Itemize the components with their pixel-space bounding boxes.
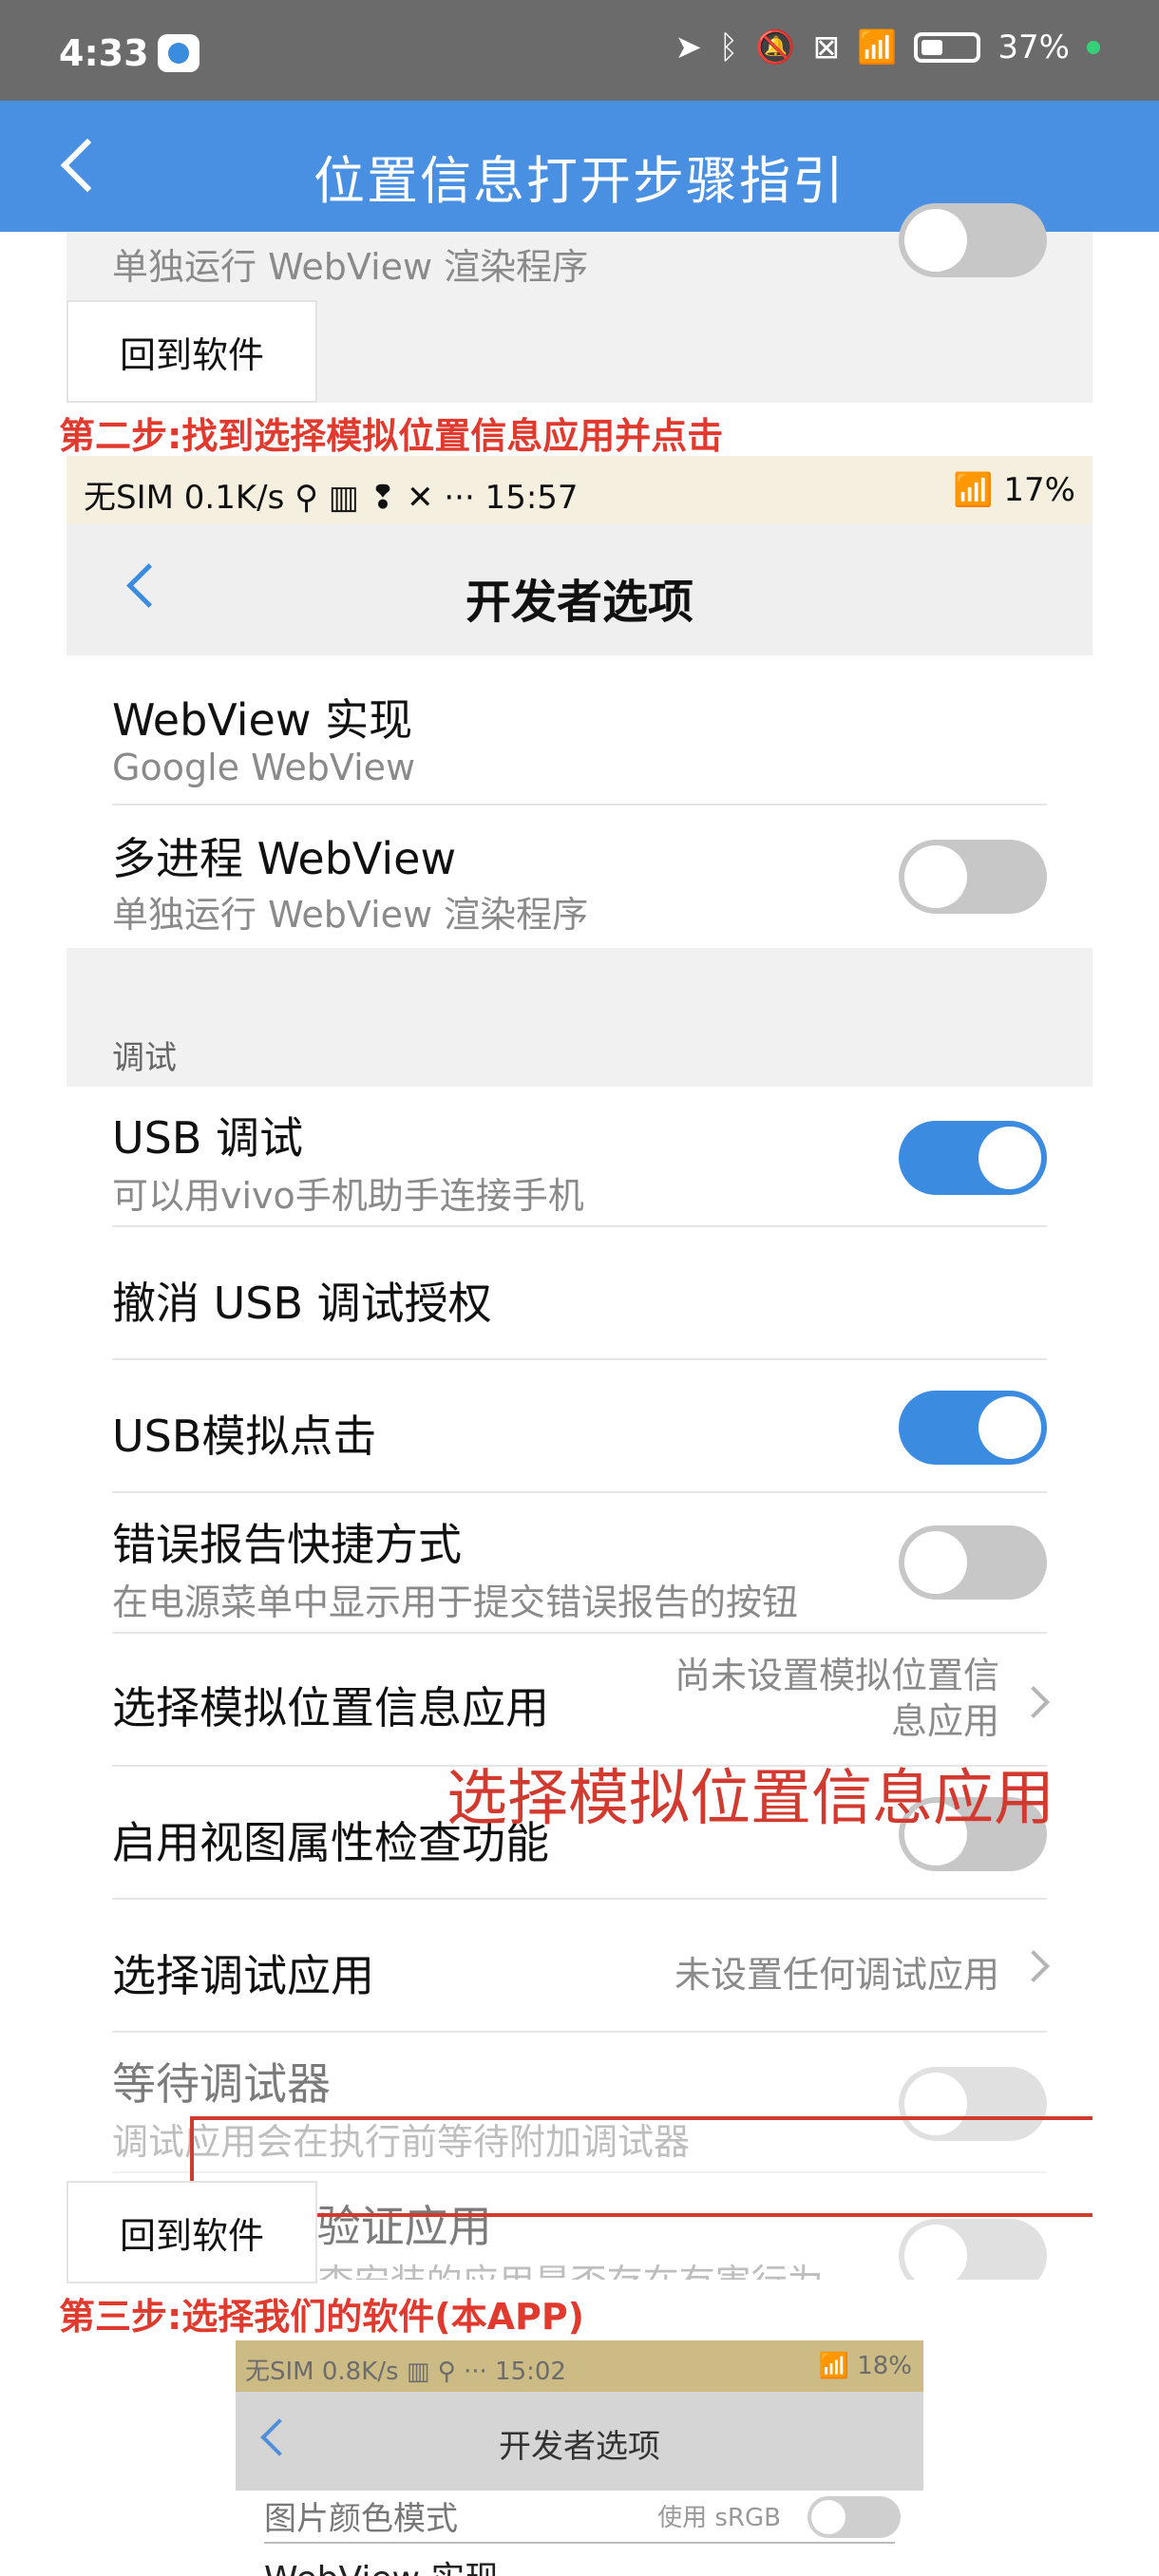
top-partial-toggle[interactable] <box>899 203 1047 277</box>
row-title: USB模拟点击 <box>112 1411 377 1462</box>
step-2-instruction: 第二步:找到选择模拟位置信息应用并点击 <box>59 415 724 457</box>
embedded2-status-bar: 无SIM 0.8K/s ▥ ⚲ ··· 15:02 📶 18% <box>236 2340 923 2392</box>
row-title: WebView 实现 <box>112 694 413 746</box>
battery-icon <box>914 32 981 63</box>
location-arrow-icon: ➤ <box>674 28 702 66</box>
row-subtitle: Google WebView <box>112 747 416 788</box>
section-header-debug: 调试 <box>112 1039 177 1077</box>
embedded-title: 开发者选项 <box>465 576 694 629</box>
row-value: 尚未设置模拟位置信 息应用 <box>674 1655 999 1742</box>
list-item-revoke-usb-auth[interactable]: 撤消 USB 调试授权 <box>66 1227 1092 1360</box>
row-title: 选择调试应用 <box>112 1950 374 2001</box>
list-item-usb-simulated-click: USB模拟点击 <box>66 1360 1092 1493</box>
bluetooth-icon: ᛒ <box>718 28 739 66</box>
list-item-webview-impl: WebView 实现 Google WebView <box>66 663 1092 805</box>
wifi-icon: 📶 <box>953 471 1004 509</box>
list-item-multiprocess-webview: 多进程 WebView 单独运行 WebView 渲染程序 <box>66 805 1092 940</box>
toggle-multiprocess-webview[interactable] <box>899 840 1047 914</box>
embedded-app-bar: 开发者选项 <box>66 524 1092 655</box>
embedded2-row2-title: WebView 实现 <box>264 2551 499 2576</box>
chevron-right-icon <box>1017 1950 1050 1982</box>
embedded2-status-right: 📶 18% <box>819 2352 912 2380</box>
back-to-app-button-1[interactable]: 回到软件 <box>66 300 317 403</box>
list-item-select-debug-app[interactable]: 选择调试应用 未设置任何调试应用 <box>66 1900 1092 2033</box>
toggle-usb-simulated-click[interactable] <box>899 1391 1047 1465</box>
embedded-status-right: 📶 17% <box>953 471 1075 509</box>
row-title: 撤消 USB 调试授权 <box>112 1278 492 1329</box>
app-notification-icon <box>158 34 200 72</box>
embedded2-row-value: 使用 sRGB <box>657 2504 781 2532</box>
toggle-bug-report-shortcut[interactable] <box>899 1525 1047 1600</box>
row-title: 等待调试器 <box>112 2058 331 2110</box>
embedded-battery-percent: 17% <box>1003 471 1075 509</box>
no-sim-icon: ⊠ <box>812 28 841 66</box>
chevron-right-icon <box>1017 1686 1050 1718</box>
row-subtitle: 在电源菜单中显示用于提交错误报告的按钮 <box>112 1582 799 1623</box>
wifi-icon: 📶 <box>857 28 898 66</box>
section-gap: 调试 <box>66 948 1092 1087</box>
embedded2-toggle <box>808 2496 901 2538</box>
step-3-instruction: 第三步:选择我们的软件(本APP) <box>59 2296 585 2338</box>
divider <box>264 2542 895 2544</box>
embedded-screenshot-developer-options: 无SIM 0.1K/s ⚲ ▥ ❢ ✕ ··· 15:57 📶 17% 开发者选… <box>66 456 1092 2280</box>
row-subtitle: 可以用vivo手机助手连接手机 <box>112 1175 584 1217</box>
embedded-status-bar: 无SIM 0.1K/s ⚲ ▥ ❢ ✕ ··· 15:57 📶 17% <box>66 456 1092 524</box>
embedded2-row-title: 图片颜色模式 <box>264 2500 458 2538</box>
embedded2-app-bar: 开发者选项 <box>236 2392 923 2491</box>
status-time: 4:33 <box>59 32 149 74</box>
embedded-screenshot-developer-options-2: 无SIM 0.8K/s ▥ ⚲ ··· 15:02 📶 18% 开发者选项 图片… <box>236 2340 923 2576</box>
wifi-icon: 📶 <box>818 2352 858 2380</box>
toggle-usb-debugging[interactable] <box>899 1121 1047 1195</box>
status-icons: ➤ ᛒ 🔕 ⊠ 📶 37% <box>674 28 1100 66</box>
back-to-app-button-2[interactable]: 回到软件 <box>66 2181 317 2283</box>
list-item-select-mock-location-app[interactable]: 选择模拟位置信息应用 尚未设置模拟位置信 息应用 <box>66 1634 1092 1767</box>
row-title: USB 调试 <box>112 1112 304 1164</box>
row-value: 未设置任何调试应用 <box>674 1954 999 1996</box>
status-bar: 4:33 ➤ ᛒ 🔕 ⊠ 📶 37% <box>0 0 1159 101</box>
embedded2-status-left: 无SIM 0.8K/s ▥ ⚲ ··· 15:02 <box>245 2358 566 2386</box>
row-title: 错误报告快捷方式 <box>112 1519 462 1570</box>
row-subtitle: 单独运行 WebView 渲染程序 <box>112 894 589 936</box>
highlight-box <box>190 2116 1092 2217</box>
row-title: 多进程 WebView <box>112 833 457 884</box>
mute-bell-icon: 🔕 <box>755 28 796 66</box>
embedded2-title: 开发者选项 <box>499 2428 660 2466</box>
embedded2-battery-percent: 18% <box>857 2352 912 2380</box>
battery-percent: 37% <box>998 28 1070 66</box>
status-dot-icon <box>1087 41 1100 54</box>
row-title: 选择模拟位置信息应用 <box>112 1682 549 1733</box>
embedded-status-left: 无SIM 0.1K/s ⚲ ▥ ❢ ✕ ··· 15:57 <box>84 479 579 517</box>
highlight-label: 选择模拟位置信息应用 <box>446 1764 1054 1834</box>
toggle-verify-apps-over-usb[interactable] <box>899 2219 1047 2280</box>
list-item-bug-report-shortcut: 错误报告快捷方式 在电源菜单中显示用于提交错误报告的按钮 <box>66 1493 1092 1634</box>
top-partial-subtitle: 单独运行 WebView 渲染程序 <box>112 246 589 288</box>
list-item-usb-debugging: USB 调试 可以用vivo手机助手连接手机 <box>66 1087 1092 1227</box>
